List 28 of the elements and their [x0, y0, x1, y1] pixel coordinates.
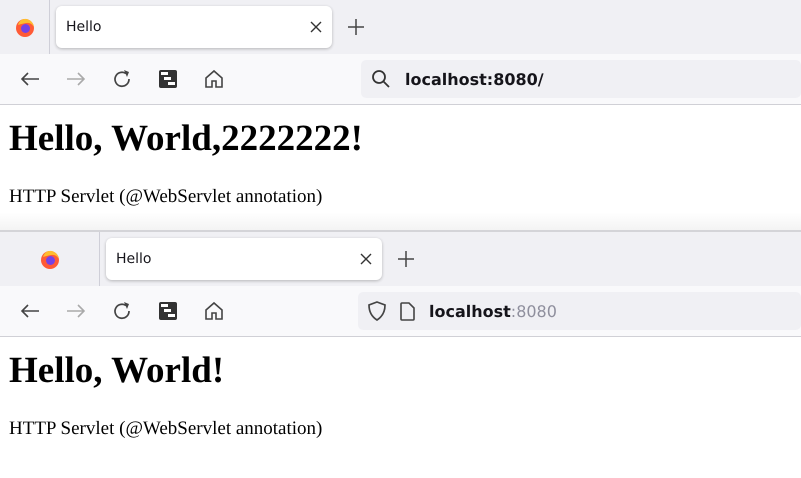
page-heading: Hello, World! — [9, 349, 226, 392]
sidebar-panel-icon[interactable] — [159, 70, 177, 88]
close-icon[interactable] — [360, 253, 372, 265]
browser-logo-icon[interactable] — [14, 16, 36, 38]
home-icon[interactable] — [204, 69, 224, 89]
new-tab-icon[interactable] — [348, 19, 364, 35]
browser-tab[interactable]: Hello — [106, 238, 382, 280]
page-icon[interactable] — [400, 302, 415, 320]
home-icon[interactable] — [204, 301, 224, 321]
back-icon[interactable] — [20, 303, 40, 319]
back-icon[interactable] — [20, 71, 40, 87]
reload-icon[interactable] — [112, 301, 132, 321]
browser-logo-icon[interactable] — [38, 248, 60, 270]
new-tab-icon[interactable] — [398, 251, 414, 267]
reload-icon[interactable] — [112, 69, 132, 89]
url-text: localhost:8080/ — [405, 70, 544, 88]
search-icon — [371, 69, 391, 89]
sidebar-panel-icon[interactable] — [159, 302, 177, 320]
shield-icon[interactable] — [368, 301, 386, 321]
close-icon[interactable] — [310, 21, 322, 33]
page-heading: Hello, World,2222222! — [9, 117, 364, 160]
url-text: :8080 — [510, 302, 557, 320]
page-text: HTTP Servlet (@WebServlet annotation) — [9, 418, 324, 440]
browser-tab[interactable]: Hello — [56, 6, 332, 48]
url-text: localhost — [429, 302, 511, 320]
address-bar[interactable]: localhost:8080/ — [361, 60, 801, 98]
address-bar[interactable]: localhost:8080 — [358, 292, 801, 330]
page-text: HTTP Servlet (@WebServlet annotation) — [9, 186, 324, 208]
